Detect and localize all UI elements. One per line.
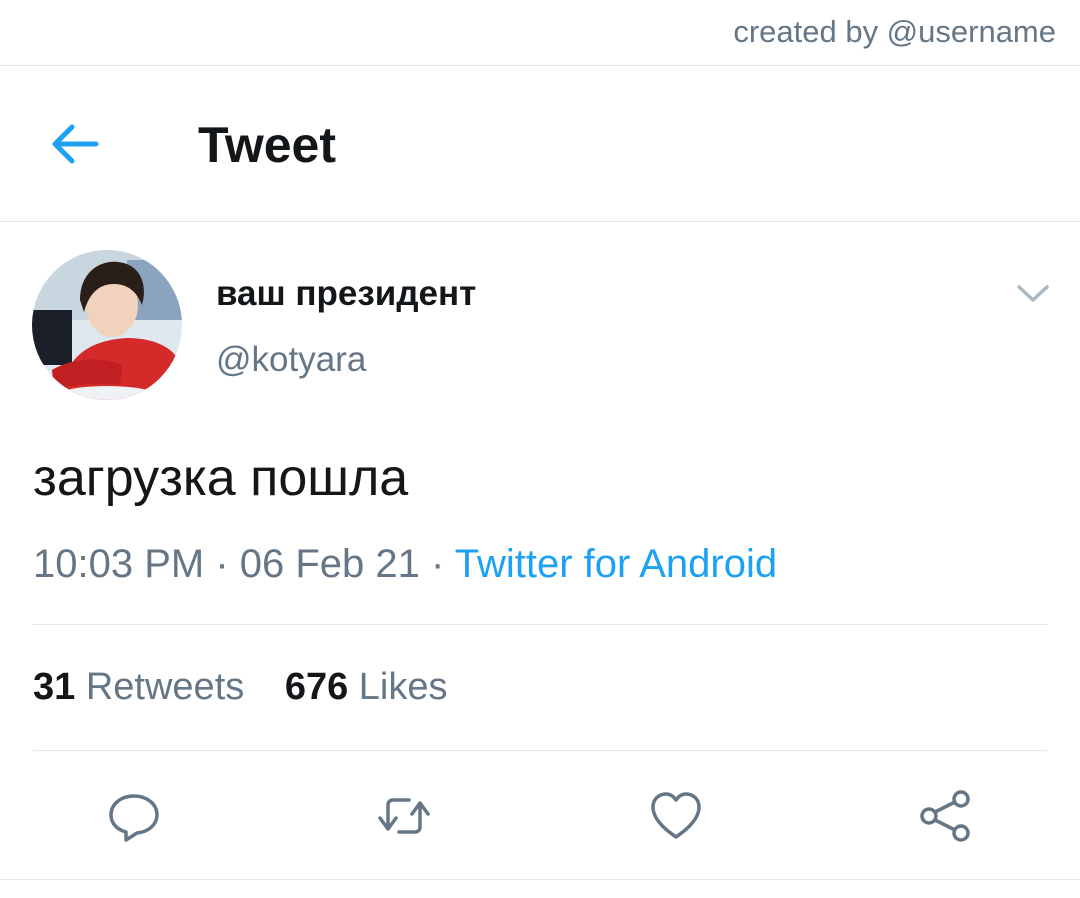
tweet-metadata: 10:03 PM · 06 Feb 21 · Twitter for Andro… (33, 542, 777, 587)
avatar-image (32, 250, 182, 400)
meta-separator: · (204, 542, 240, 586)
watermark-bar: created by @username (0, 0, 1080, 66)
likes-label: Likes (358, 666, 448, 708)
author-handle[interactable]: @kotyara (216, 340, 366, 380)
chevron-down-icon (1017, 285, 1049, 302)
reply-icon (109, 794, 159, 842)
credit-text: created by @username (733, 14, 1056, 49)
like-button[interactable] (648, 788, 704, 844)
back-button[interactable] (46, 118, 106, 170)
retweet-icon (378, 798, 430, 834)
retweets-count: 31 (33, 666, 76, 708)
meta-separator: · (419, 542, 455, 586)
page-title: Tweet (198, 117, 336, 173)
retweet-button[interactable] (376, 788, 432, 844)
divider (33, 750, 1047, 751)
tweet-action-bar (0, 752, 1080, 880)
top-app-bar: Tweet (0, 66, 1080, 222)
arrow-left-icon (52, 124, 99, 164)
retweets-label: Retweets (85, 666, 245, 708)
likes-stat[interactable]: 676 Likes (285, 666, 448, 709)
tweet-stats: 31 Retweets 676 Likes (33, 666, 478, 709)
tweet-text: загрузка пошла (33, 449, 409, 507)
author-display-name[interactable]: ваш президент (216, 274, 476, 314)
tweet-time: 10:03 PM (33, 542, 205, 586)
share-button[interactable] (918, 788, 974, 844)
share-icon (920, 790, 970, 842)
like-icon (651, 792, 701, 839)
avatar[interactable] (32, 250, 182, 400)
divider (33, 624, 1047, 625)
reply-button[interactable] (106, 788, 162, 844)
likes-count: 676 (284, 666, 349, 708)
tweet-source-link[interactable]: Twitter for Android (455, 542, 777, 586)
tweet-date: 06 Feb 21 (239, 542, 420, 586)
tweet-options-button[interactable] (1010, 276, 1056, 310)
retweets-stat[interactable]: 31 Retweets (33, 666, 244, 709)
